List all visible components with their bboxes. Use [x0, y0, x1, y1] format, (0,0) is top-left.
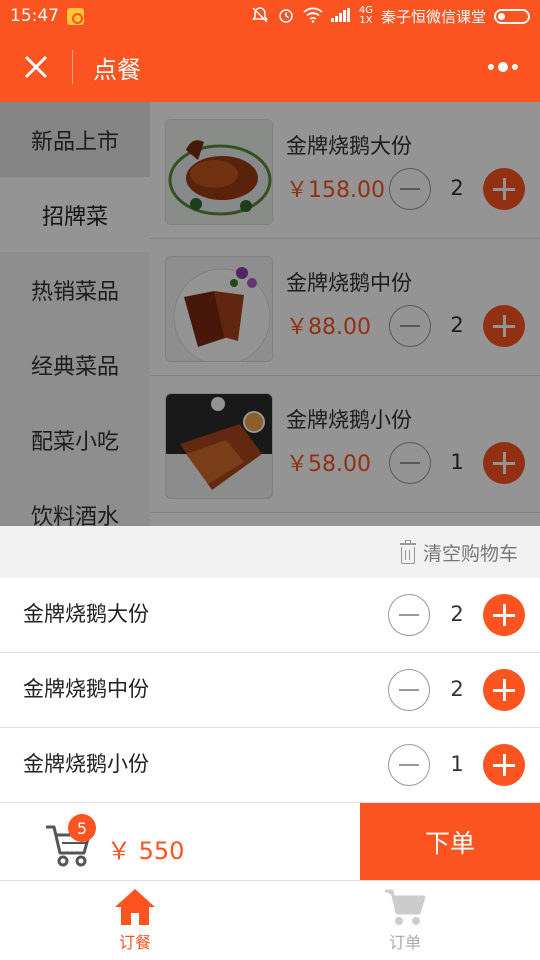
battery-icon — [494, 8, 530, 24]
close-button[interactable] — [0, 32, 72, 102]
close-icon — [24, 55, 48, 79]
decrease-button[interactable] — [388, 744, 430, 786]
cart-item-name: 金牌烧鹅大份 — [23, 602, 149, 626]
cart-item-name: 金牌烧鹅小份 — [23, 752, 149, 776]
quantity-value: 2 — [450, 602, 464, 626]
tab-label: 订餐 — [118, 933, 151, 952]
status-bar: 15:47 4G 1X 秦子恒微信课堂 — [0, 0, 540, 32]
page-title: 点餐 — [93, 55, 141, 84]
cart-panel-header: 清空购物车 — [0, 526, 540, 578]
clear-cart-label: 清空购物车 — [422, 543, 518, 565]
mute-icon — [251, 6, 269, 27]
tab-orders[interactable]: 订单 — [270, 881, 540, 960]
cart-item: 金牌烧鹅小份 1 — [0, 728, 540, 803]
quantity-value: 2 — [450, 677, 464, 701]
tab-label: 订单 — [388, 933, 421, 952]
increase-button[interactable] — [483, 669, 525, 711]
cart-item-name: 金牌烧鹅中份 — [23, 677, 149, 701]
decrease-button[interactable] — [388, 594, 430, 636]
cart-count-badge: 5 — [68, 814, 96, 842]
quantity-value: 1 — [450, 752, 464, 776]
bottom-tab-bar: 订餐 订单 — [0, 880, 540, 960]
increase-button[interactable] — [483, 744, 525, 786]
carrier-label: 秦子恒微信课堂 — [380, 7, 486, 26]
tab-order-food[interactable]: 订餐 — [0, 881, 270, 960]
more-button[interactable] — [488, 62, 518, 72]
cart-item: 金牌烧鹅中份 2 — [0, 653, 540, 728]
cart-item: 金牌烧鹅大份 2 — [0, 578, 540, 653]
alarm-icon — [277, 6, 295, 27]
cart-icon — [385, 889, 426, 925]
app-notification-icon — [67, 7, 84, 25]
increase-button[interactable] — [483, 594, 525, 636]
more-icon — [488, 64, 494, 70]
place-order-button[interactable]: 下单 — [360, 803, 540, 881]
dim-overlay[interactable] — [0, 102, 540, 526]
trash-icon — [399, 539, 417, 564]
clear-cart-button[interactable]: 清空购物车 — [399, 539, 518, 566]
wifi-icon — [303, 7, 323, 26]
header-divider — [72, 50, 73, 84]
status-time: 15:47 — [10, 6, 59, 26]
home-icon — [115, 889, 155, 925]
signal-icon — [330, 7, 351, 25]
decrease-button[interactable] — [388, 669, 430, 711]
cart-total: ￥ 550 — [107, 837, 185, 865]
app-header: 点餐 — [0, 32, 540, 102]
network-type: 4G 1X — [358, 5, 373, 26]
